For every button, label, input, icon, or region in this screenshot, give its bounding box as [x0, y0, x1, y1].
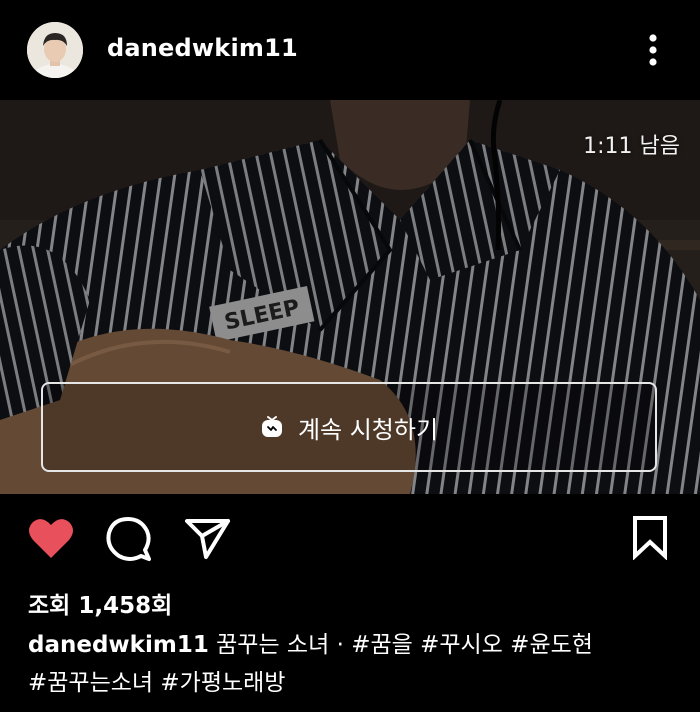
igtv-icon [260, 415, 284, 439]
hashtag[interactable]: #꾸시오 [420, 632, 503, 658]
comment-icon [106, 517, 151, 561]
comment-button[interactable] [105, 516, 153, 562]
avatar[interactable] [27, 22, 83, 78]
post-caption: danedwkim11 꿈꾸는 소녀 · #꿈을 #꾸시오 #윤도현 #꿈꾸는소… [28, 626, 678, 702]
hashtag[interactable]: #꿈을 [351, 632, 413, 658]
post-header: danedwkim11 [0, 0, 700, 100]
heart-icon [29, 519, 73, 558]
more-options-button[interactable] [636, 30, 670, 70]
action-bar [0, 494, 700, 580]
hashtag[interactable]: #꿈꾸는소녀 [28, 670, 153, 696]
avatar-image [27, 22, 83, 78]
save-button[interactable] [630, 514, 670, 561]
paper-plane-icon [185, 519, 230, 559]
post-username[interactable]: danedwkim11 [107, 34, 298, 62]
share-button[interactable] [184, 516, 232, 560]
view-count[interactable]: 조회 1,458회 [28, 586, 172, 620]
like-button[interactable] [27, 516, 75, 560]
caption-username[interactable]: danedwkim11 [28, 632, 209, 658]
caption-text: 꿈꾸는 소녀 · [216, 632, 352, 658]
continue-watching-label: 계속 시청하기 [297, 415, 439, 444]
continue-watching-button[interactable]: 계속 시청하기 [41, 382, 657, 472]
bookmark-icon [633, 516, 667, 561]
video-player[interactable]: SLEEP 1:11 남음 계속 시청하기 [0, 100, 700, 494]
hashtag[interactable]: #윤도현 [510, 632, 593, 658]
more-vertical-icon [649, 34, 657, 66]
hashtag[interactable]: #가평노래방 [160, 670, 285, 696]
time-remaining: 1:11 남음 [583, 134, 680, 159]
